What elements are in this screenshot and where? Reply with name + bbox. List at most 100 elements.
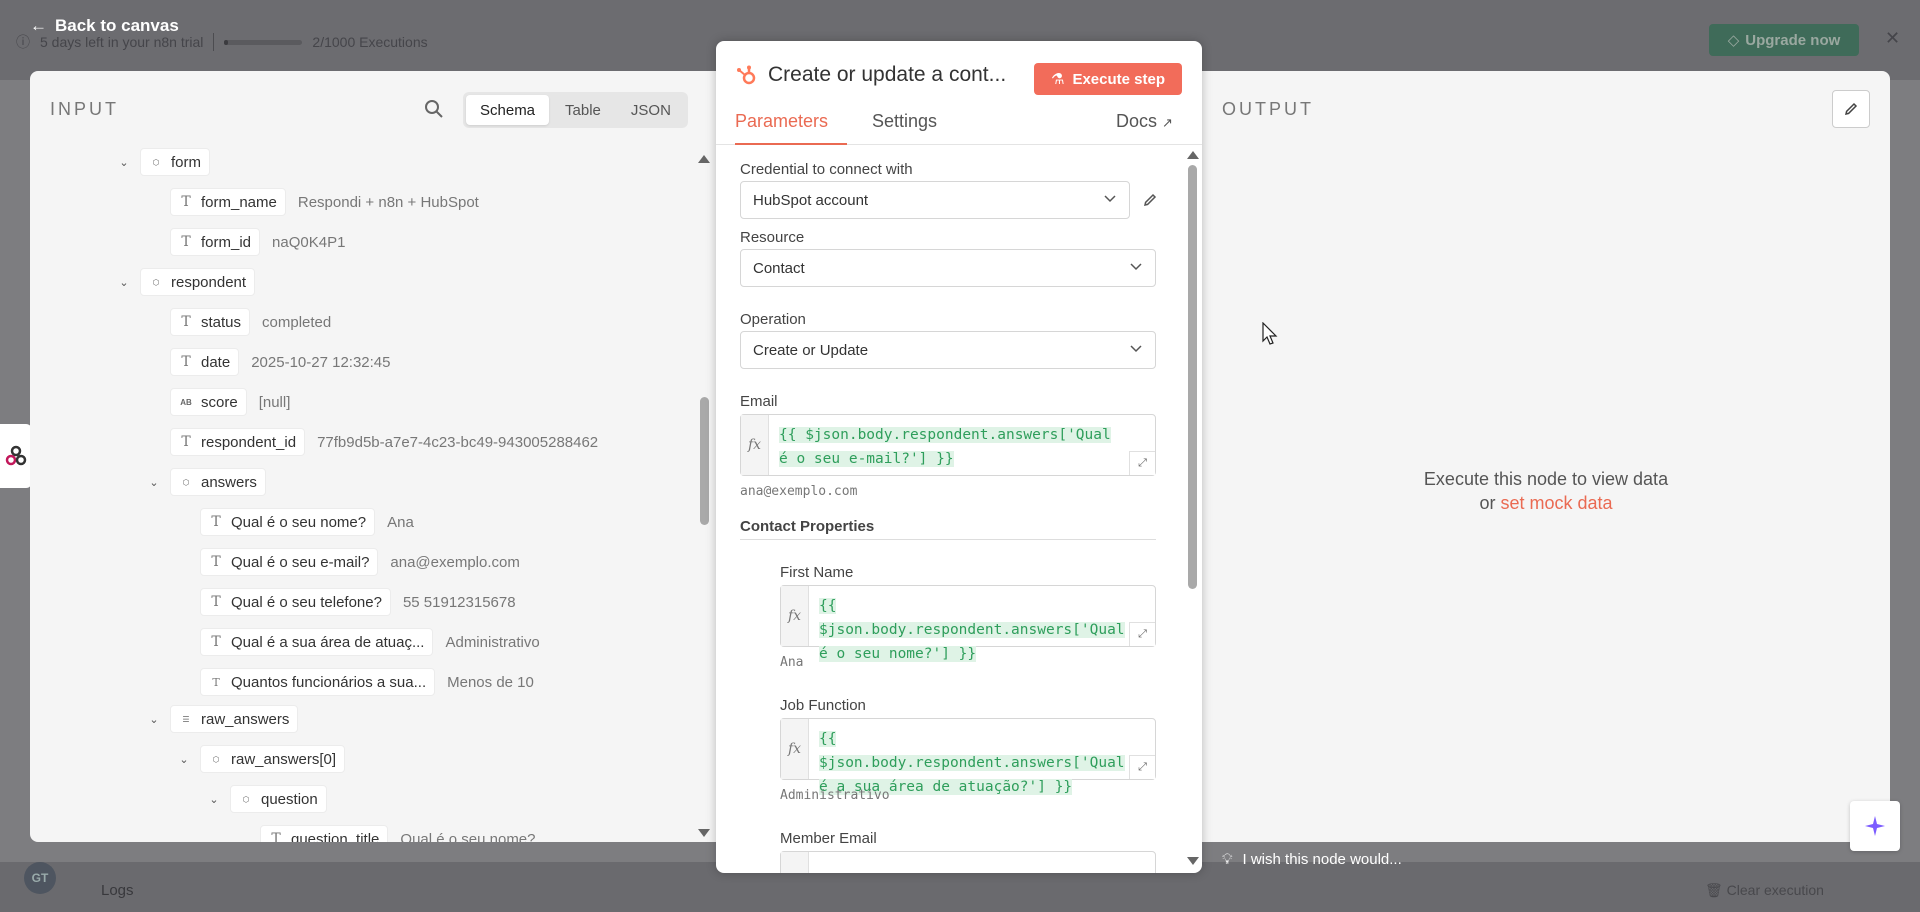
node-title[interactable]: Create or update a cont... — [768, 63, 1006, 87]
input-scrollbar[interactable] — [700, 397, 709, 525]
schema-tree: ⌄ ⬡ form Tform_name Respondi + n8n + HubS… — [30, 147, 690, 842]
ai-assistant-button[interactable] — [1850, 801, 1900, 851]
feedback-link[interactable]: 💡︎ I wish this node would... — [1222, 851, 1402, 868]
tree-node-q-telefone[interactable]: T Qual é o seu telefone? 55 51912315678 — [200, 587, 516, 617]
scroll-up-icon[interactable] — [698, 155, 710, 163]
text-type-icon: T — [211, 634, 221, 650]
chevron-down-icon — [1130, 263, 1142, 271]
tree-node-raw-answers-0[interactable]: ⌄ ⬡ raw_answers[0] — [176, 744, 346, 774]
operation-select[interactable]: Create or Update — [740, 331, 1156, 369]
executions-text: 2/1000 Executions — [312, 34, 428, 50]
avatar[interactable]: GT — [24, 862, 56, 894]
logs-label[interactable]: Logs — [101, 882, 134, 899]
input-panel: INPUT Schema Table JSON ⌄ ⬡ form Tform_na… — [30, 71, 716, 842]
expand-icon[interactable]: ⤢ — [1129, 451, 1155, 475]
input-title: INPUT — [50, 99, 119, 119]
edit-output-button[interactable] — [1832, 90, 1870, 128]
close-icon[interactable]: ✕ — [1885, 28, 1900, 49]
tree-node-status[interactable]: Tstatus completed — [170, 307, 331, 337]
webhook-icon — [5, 445, 27, 466]
tree-node-respondent-id[interactable]: Trespondent_id 77fb9d5b-a7e7-4c23-bc49-9… — [170, 427, 598, 457]
view-schema[interactable]: Schema — [466, 95, 550, 125]
tree-node-question-title[interactable]: Tquestion_title Qual é o seu nome? — [260, 824, 536, 842]
expression-text[interactable]: {{ $json.body.respondent.answers['Qual é… — [819, 594, 1127, 666]
job-function-expression-field[interactable]: fx {{ $json.body.respondent.answers['Qua… — [780, 718, 1156, 795]
tree-node-respondent[interactable]: ⌄ ⬡ respondent — [116, 267, 256, 297]
tree-node-q-email[interactable]: T Qual é o seu e-mail? ana@exemplo.com — [200, 547, 520, 577]
value-label: 55 51912315678 — [402, 593, 516, 611]
chevron-down-icon[interactable]: ⌄ — [176, 753, 192, 766]
job-function-result: Administrativo — [780, 788, 890, 803]
email-result: ana@exemplo.com — [740, 484, 858, 499]
info-icon: ⓘ — [16, 34, 30, 50]
set-mock-data-link[interactable]: set mock data — [1500, 493, 1612, 513]
chevron-down-icon[interactable]: ⌄ — [146, 713, 162, 726]
hubspot-icon — [737, 65, 756, 85]
value-label: Administrativo — [445, 633, 540, 651]
parameters-scrollbar[interactable] — [1188, 165, 1197, 589]
key-label: Qual é o seu nome? — [231, 513, 367, 531]
expression-text[interactable]: {{ $json.body.respondent.answers['Qual é… — [779, 423, 1127, 471]
tab-label: Parameters — [735, 111, 829, 131]
tree-node-raw-answers[interactable]: ⌄ ☰ raw_answers — [146, 704, 299, 734]
chevron-down-icon[interactable]: ⌄ — [146, 476, 162, 489]
wish-text: I wish this node would... — [1242, 851, 1402, 868]
tab-label: Settings — [872, 111, 938, 131]
arrow-left-icon: ← — [30, 16, 47, 35]
list-icon: ☰ — [182, 714, 190, 724]
tree-node-q-nome[interactable]: T Qual é o seu nome? Ana — [200, 507, 414, 537]
expression-value: {{ $json.body.respondent.answers['Qual é… — [819, 731, 1125, 795]
value-label: ana@exemplo.com — [390, 553, 520, 571]
email-expression-field[interactable]: fx {{ $json.body.respondent.answers['Qua… — [740, 414, 1156, 476]
key-label: raw_answers — [201, 710, 290, 728]
scroll-up-icon[interactable] — [1187, 151, 1199, 159]
email-label: Email — [740, 393, 778, 410]
key-label: form_id — [201, 233, 252, 251]
execute-step-button[interactable]: ⚗ Execute step — [1034, 63, 1182, 95]
first-name-expression-field[interactable]: fx {{ $json.body.respondent.answers['Qua… — [780, 585, 1156, 662]
tab-settings[interactable]: Settings — [872, 111, 937, 145]
sparkle-icon — [1865, 816, 1885, 836]
member-email-expression-field[interactable]: fx — [780, 851, 1156, 873]
chevron-down-icon[interactable]: ⌄ — [206, 793, 222, 806]
scroll-down-icon[interactable] — [698, 829, 710, 837]
clear-execution-button[interactable]: 🗑 Clear execution — [1705, 882, 1824, 899]
output-message: Execute this node to view data — [1423, 469, 1669, 489]
search-icon[interactable] — [424, 99, 444, 119]
view-table[interactable]: Table — [551, 95, 615, 125]
key-label: answers — [201, 473, 257, 491]
operation-value: Create or Update — [753, 341, 869, 359]
resource-select[interactable]: Contact — [740, 249, 1156, 287]
docs-link[interactable]: Docs ↗ — [1116, 111, 1173, 145]
expand-icon[interactable]: ⤢ — [1129, 755, 1155, 779]
tree-node-form-id[interactable]: Tform_id naQ0K4P1 — [170, 227, 345, 257]
key-label: question_title — [291, 830, 380, 843]
back-to-canvas-link[interactable]: ← Back to canvas — [30, 16, 179, 36]
text-type-icon: T — [181, 234, 191, 250]
view-json[interactable]: JSON — [617, 95, 685, 125]
tree-node-q-funcionarios[interactable]: T Quantos funcionários a sua... Menos de … — [200, 667, 534, 697]
upgrade-button[interactable]: ◇ Upgrade now — [1709, 24, 1859, 56]
expand-icon[interactable]: ⤢ — [1129, 622, 1155, 646]
mouse-cursor-icon — [1262, 322, 1278, 345]
webhook-node-chip[interactable] — [0, 424, 32, 488]
tree-node-answers[interactable]: ⌄ ⬡ answers — [146, 467, 266, 497]
chevron-down-icon[interactable]: ⌄ — [116, 276, 132, 289]
chevron-down-icon[interactable]: ⌄ — [116, 156, 132, 169]
tree-node-date[interactable]: Tdate 2025-10-27 12:32:45 — [170, 347, 391, 377]
pencil-icon[interactable] — [1142, 192, 1158, 208]
tree-node-question[interactable]: ⌄ ⬡ question — [206, 784, 327, 814]
tab-parameters[interactable]: Parameters — [735, 111, 847, 145]
tree-node-score[interactable]: AB score [null] — [170, 387, 290, 417]
key-label: date — [201, 353, 231, 371]
diamond-icon: ◇ — [1727, 32, 1740, 49]
text-type-icon: T — [181, 354, 191, 370]
credential-select[interactable]: HubSpot account — [740, 181, 1130, 219]
tree-node-q-area[interactable]: T Qual é a sua área de atuaç... Administr… — [200, 627, 540, 657]
divider — [213, 33, 215, 51]
external-link-icon: ↗ — [1162, 115, 1173, 130]
tree-node-form[interactable]: ⌄ ⬡ form — [116, 147, 210, 177]
scroll-down-icon[interactable] — [1187, 857, 1199, 865]
tree-node-form-name[interactable]: Tform_name Respondi + n8n + HubSpot — [170, 187, 479, 217]
fx-icon: fx — [781, 586, 809, 646]
